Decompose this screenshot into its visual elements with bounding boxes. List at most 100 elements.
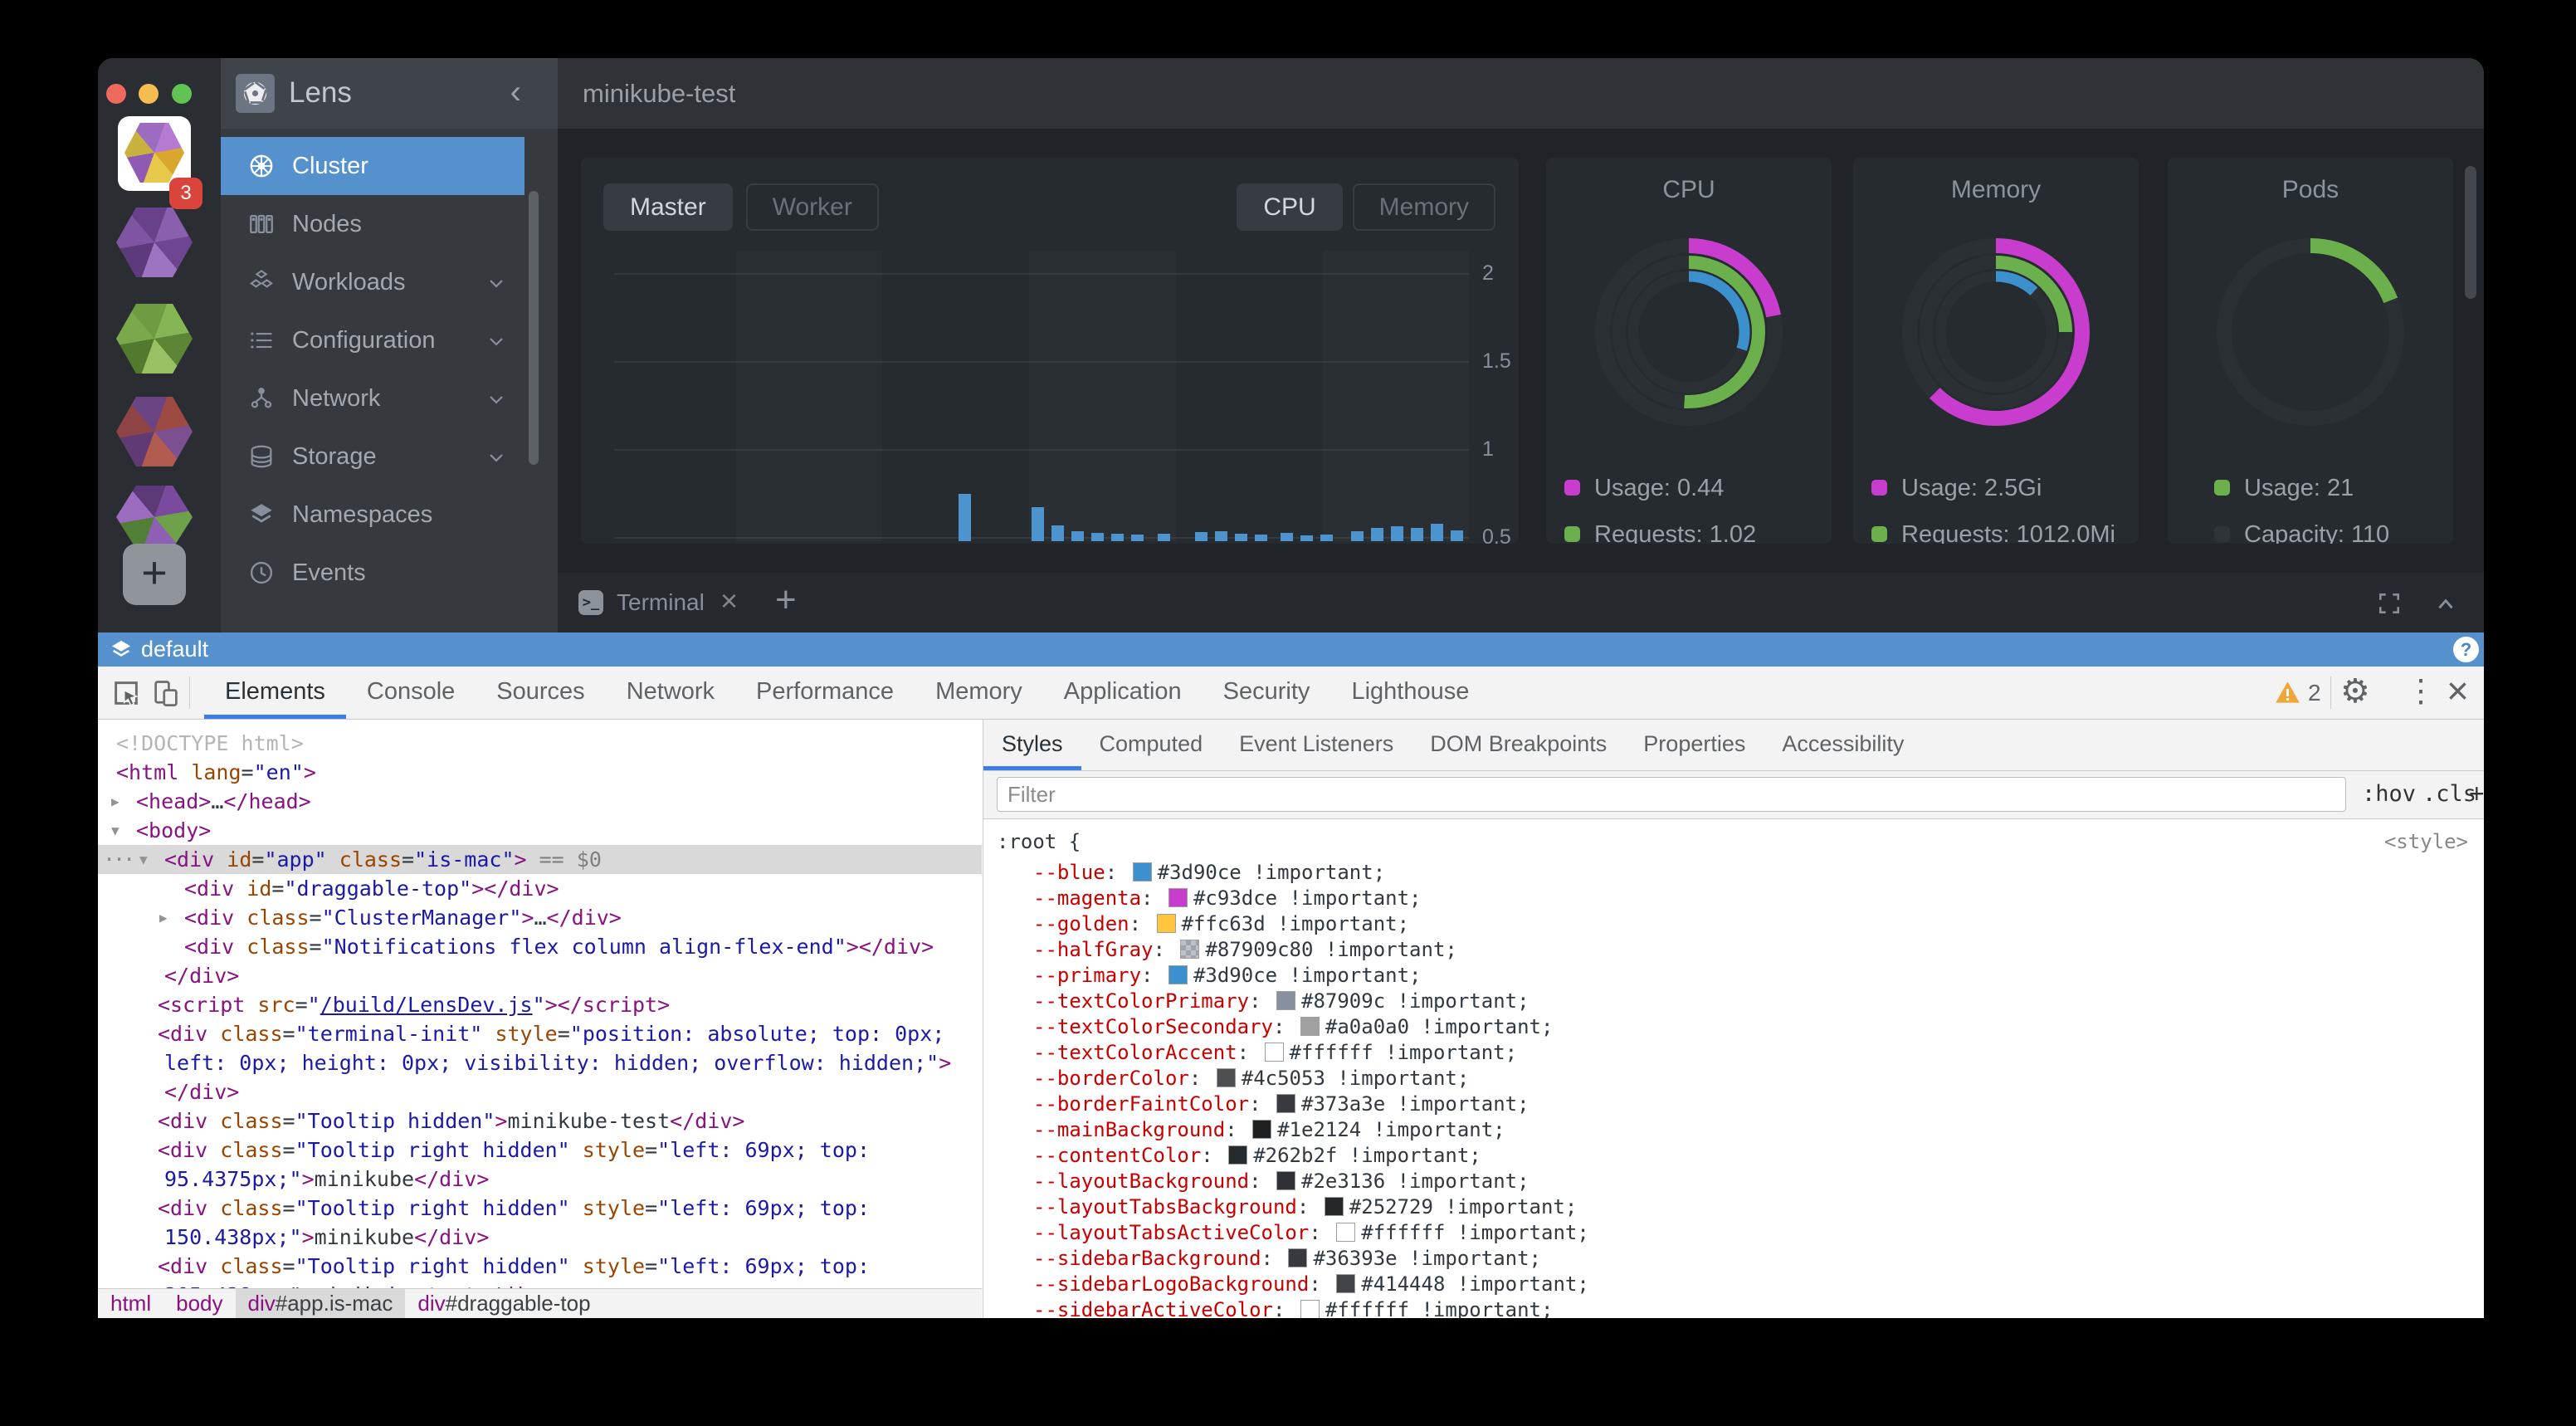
kebab-menu-icon[interactable]: ⋮: [2405, 667, 2437, 716]
elements-tree-node[interactable]: 95.4375px;">minikube</div>: [98, 1165, 982, 1194]
elements-tree-node[interactable]: <div class="Tooltip hidden">minikube-tes…: [98, 1106, 982, 1135]
macos-close-button[interactable]: [106, 84, 126, 104]
breadcrumb-item[interactable]: div#draggable-top: [405, 1289, 603, 1318]
elements-tree-node[interactable]: <div id="draggable-top"></div>: [98, 874, 982, 903]
elements-tree-node[interactable]: <div class="terminal-init" style="positi…: [98, 1019, 982, 1048]
elements-tree-node[interactable]: ···▼<div id="app" class="is-mac"> == $0: [98, 845, 982, 874]
cluster-icon-4[interactable]: [116, 397, 193, 466]
sidebar-item-network[interactable]: Network: [221, 369, 524, 427]
more-actions-icon[interactable]: ···: [103, 845, 133, 874]
color-swatch[interactable]: [1265, 1043, 1284, 1062]
sidebar-item-workloads[interactable]: Workloads: [221, 253, 524, 311]
color-swatch[interactable]: [1168, 888, 1188, 907]
color-swatch[interactable]: [1180, 940, 1199, 959]
sidebar-item-namespaces[interactable]: Namespaces: [221, 486, 524, 544]
color-swatch[interactable]: [1276, 1094, 1295, 1113]
styles-tab-event-listeners[interactable]: Event Listeners: [1221, 720, 1412, 770]
sidebar-item-events[interactable]: Events: [221, 544, 524, 602]
breadcrumb-item[interactable]: html: [98, 1289, 163, 1318]
css-rule-selector[interactable]: :root {: [997, 829, 1081, 855]
devtools-tab-memory[interactable]: Memory: [915, 667, 1043, 719]
breadcrumb-item[interactable]: body: [163, 1289, 235, 1318]
devtools-tab-network[interactable]: Network: [606, 667, 735, 719]
styles-tab-styles[interactable]: Styles: [983, 720, 1081, 770]
color-swatch[interactable]: [1276, 1171, 1295, 1190]
warning-icon[interactable]: [2274, 679, 2301, 711]
sidebar-item-configuration[interactable]: Configuration: [221, 311, 524, 369]
elements-tree-node[interactable]: <div class="Tooltip right hidden" style=…: [98, 1252, 982, 1281]
elements-tree-node[interactable]: <div class="Notifications flex column al…: [98, 932, 982, 961]
sidebar-item-cluster[interactable]: Cluster: [221, 137, 524, 195]
elements-tree-node[interactable]: ▶<head>…</head>: [98, 787, 982, 816]
elements-tree-node[interactable]: <div class="Tooltip right hidden" style=…: [98, 1135, 982, 1165]
elements-tree-node[interactable]: left: 0px; height: 0px; visibility: hidd…: [98, 1048, 982, 1077]
devtools-tab-console[interactable]: Console: [346, 667, 476, 719]
elements-tree-node[interactable]: <html lang="en">: [98, 758, 982, 787]
elements-tree-node[interactable]: </div>: [98, 961, 982, 990]
styles-tab-computed[interactable]: Computed: [1081, 720, 1222, 770]
cluster-icon-3[interactable]: [116, 304, 193, 374]
elements-tree-node[interactable]: 150.438px;">minikube</div>: [98, 1223, 982, 1252]
cluster-icon-2[interactable]: [116, 208, 193, 277]
gear-icon[interactable]: ⚙: [2340, 667, 2370, 716]
twisty-icon[interactable]: ▶: [111, 787, 120, 816]
color-swatch[interactable]: [1336, 1274, 1355, 1293]
terminal-expand-icon[interactable]: [2377, 591, 2402, 620]
color-swatch[interactable]: [1217, 1068, 1236, 1087]
metric-tab-cpu[interactable]: CPU: [1237, 183, 1342, 231]
color-swatch[interactable]: [1288, 1248, 1307, 1267]
terminal-collapse-icon[interactable]: [2435, 593, 2456, 619]
terminal-tab[interactable]: Terminal: [617, 573, 705, 632]
cluster-icon-5[interactable]: [116, 486, 193, 549]
sidebar-scrollbar[interactable]: [529, 191, 539, 465]
toggle-hover-state-button[interactable]: :hov: [2362, 771, 2416, 818]
elements-tree-node[interactable]: <!DOCTYPE html>: [98, 729, 982, 758]
sidebar-item-storage[interactable]: Storage: [221, 427, 524, 486]
add-cluster-button[interactable]: +: [123, 544, 186, 605]
help-button[interactable]: ?: [2453, 637, 2479, 662]
elements-tree-node[interactable]: <div class="Tooltip right hidden" style=…: [98, 1194, 982, 1223]
node-tab-worker[interactable]: Worker: [746, 183, 879, 231]
twisty-icon[interactable]: ▼: [111, 816, 120, 845]
styles-tab-dom-breakpoints[interactable]: DOM Breakpoints: [1412, 720, 1625, 770]
metric-tab-memory[interactable]: Memory: [1353, 183, 1495, 231]
color-swatch[interactable]: [1252, 1120, 1271, 1139]
sidebar-item-nodes[interactable]: Nodes: [221, 195, 524, 253]
terminal-close-icon[interactable]: ×: [720, 573, 738, 629]
elements-tree-node[interactable]: <script src="/build/LensDev.js"></script…: [98, 990, 982, 1019]
color-swatch[interactable]: [1133, 862, 1152, 881]
devtools-tab-performance[interactable]: Performance: [735, 667, 915, 719]
inspect-element-icon[interactable]: [111, 678, 141, 712]
elements-tree-node[interactable]: ▼<body>: [98, 816, 982, 845]
color-swatch[interactable]: [1157, 914, 1176, 933]
styles-tab-accessibility[interactable]: Accessibility: [1764, 720, 1922, 770]
elements-tree-node[interactable]: </div>: [98, 1077, 982, 1106]
styles-tab-properties[interactable]: Properties: [1625, 720, 1764, 770]
devtools-tab-security[interactable]: Security: [1203, 667, 1331, 719]
node-tab-master[interactable]: Master: [603, 183, 733, 231]
color-swatch[interactable]: [1168, 965, 1188, 984]
devtools-tab-application[interactable]: Application: [1043, 667, 1203, 719]
terminal-add-icon[interactable]: +: [775, 573, 797, 628]
color-swatch[interactable]: [1336, 1223, 1355, 1242]
color-swatch[interactable]: [1228, 1145, 1247, 1165]
sidebar-collapse-icon[interactable]: ‹: [510, 73, 521, 111]
color-swatch[interactable]: [1276, 991, 1295, 1010]
elements-tree-node[interactable]: ▶<div class="ClusterManager">…</div>: [98, 903, 982, 932]
devtools-tab-sources[interactable]: Sources: [476, 667, 605, 719]
color-swatch[interactable]: [1300, 1017, 1320, 1036]
elements-tree-node[interactable]: 205.438px;">minikube-test</div>: [98, 1281, 982, 1288]
macos-minimize-button[interactable]: [139, 84, 159, 104]
color-swatch[interactable]: [1300, 1300, 1320, 1318]
color-swatch[interactable]: [1325, 1197, 1344, 1216]
twisty-icon[interactable]: ▼: [139, 845, 148, 874]
twisty-icon[interactable]: ▶: [159, 903, 168, 932]
macos-maximize-button[interactable]: [172, 84, 192, 104]
new-style-rule-button[interactable]: +: [2469, 771, 2484, 816]
styles-filter-input[interactable]: [997, 777, 2346, 812]
devtools-tab-lighthouse[interactable]: Lighthouse: [1330, 667, 1490, 719]
devtools-tab-elements[interactable]: Elements: [204, 667, 346, 719]
device-toolbar-icon[interactable]: [151, 678, 181, 712]
dashboard-scrollbar[interactable]: [2465, 166, 2476, 299]
breadcrumb-item[interactable]: div#app.is-mac: [236, 1289, 406, 1318]
